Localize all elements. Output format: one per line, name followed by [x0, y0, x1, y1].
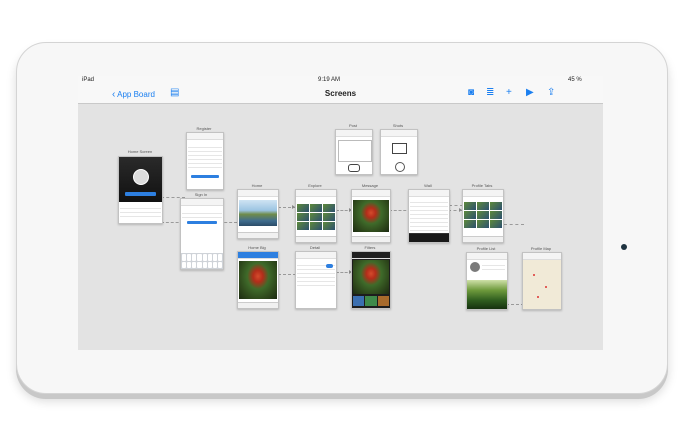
signin-button[interactable]: [187, 221, 217, 224]
explore-navbar: [296, 190, 336, 197]
map-pin-icon: [545, 286, 547, 288]
screen-label-message: Message: [361, 183, 379, 188]
home-big-navbar: [238, 252, 278, 259]
screen-label-shots: Shots: [392, 123, 404, 128]
post-camera-icon[interactable]: [348, 164, 360, 172]
screen-label-profile-tabs: Profile Tabs: [471, 183, 493, 188]
screen-label-home-big: Home Big: [248, 245, 266, 250]
home-big-photo: [239, 261, 277, 299]
camera-icon[interactable]: ◙: [468, 87, 474, 99]
message-navbar: [352, 190, 390, 197]
register-navbar: [187, 133, 223, 140]
screen-profile-list[interactable]: [466, 252, 508, 310]
screen-label-register: Register: [196, 126, 212, 131]
add-icon[interactable]: +: [506, 87, 512, 99]
profile-avatar: [470, 262, 480, 272]
map-pin-icon: [533, 274, 535, 276]
home-options-list: [119, 205, 162, 217]
filters-photo: [353, 260, 389, 294]
app-logo-icon: [133, 169, 149, 185]
battery-label: 45 %: [568, 77, 582, 83]
register-form: [187, 144, 223, 168]
signin-navbar: [181, 199, 223, 206]
home-feed-navbar: [238, 190, 278, 197]
screen-message[interactable]: [351, 189, 391, 243]
screen-home-feed[interactable]: [237, 189, 279, 239]
login-button[interactable]: [125, 192, 156, 196]
profile-list-photo: [467, 280, 507, 309]
screen-label-signin: Sign In: [194, 192, 208, 197]
profile-list-navbar: [467, 253, 507, 260]
screen-label-post: Post: [348, 123, 357, 128]
list-icon[interactable]: ≣: [486, 87, 494, 99]
status-time: 9:19 AM: [318, 77, 341, 83]
screen-profile-map[interactable]: [522, 252, 562, 310]
shutter-button[interactable]: [395, 162, 405, 172]
ipad-screen: iPad 9:19 AM 45 % ‹ App Board ▤ Screens …: [78, 76, 603, 350]
screen-home-big[interactable]: [237, 251, 279, 309]
status-bar: iPad 9:19 AM 45 %: [78, 76, 603, 85]
storyboard-canvas[interactable]: Home Screen Register Sign In Home Explor…: [78, 104, 603, 350]
signin-keyboard: [181, 253, 223, 269]
shots-image-icon: [392, 143, 407, 154]
wall-tabbar: [409, 233, 449, 242]
screen-profile-tabs[interactable]: [462, 189, 504, 243]
wall-list: [409, 199, 449, 235]
play-icon[interactable]: ▶: [526, 87, 534, 99]
explore-photo-grid: [297, 204, 335, 230]
register-button[interactable]: [191, 175, 219, 178]
filter-strip[interactable]: [353, 296, 389, 306]
screen-label-explore: Explore: [308, 183, 322, 188]
post-image-placeholder: [338, 140, 372, 162]
nav-bar: ‹ App Board ▤ Screens ◙ ≣ + ▶ ⇪: [78, 85, 603, 104]
screen-label-profile-list: Profile List: [476, 246, 496, 251]
connector-line: [504, 224, 524, 225]
detail-toggle[interactable]: [326, 264, 333, 268]
screen-label-wall: Wall: [424, 183, 432, 188]
connector-line: [278, 274, 296, 275]
screen-detail[interactable]: [295, 251, 337, 309]
screen-home[interactable]: [118, 156, 163, 224]
carrier-label: iPad: [82, 77, 95, 83]
message-photo: [353, 200, 389, 232]
screen-label-home: Home Screen: [127, 149, 153, 154]
screen-label-filters: Filters: [364, 245, 376, 250]
profile-tabs-grid: [464, 202, 502, 228]
filters-navbar: [352, 252, 390, 259]
screen-signin[interactable]: [180, 198, 224, 270]
message-tabbar: [352, 236, 390, 242]
screen-wall[interactable]: [408, 189, 450, 243]
profile-stats: [481, 262, 506, 270]
profile-tabs-tabbar: [463, 236, 503, 242]
wall-navbar: [409, 190, 449, 197]
screen-label-profile-map: Profile Map: [530, 246, 552, 251]
shots-navbar: [381, 130, 417, 137]
feed-photo: [239, 200, 277, 226]
map-pin-icon: [537, 296, 539, 298]
signin-form: [181, 210, 223, 218]
screen-filters[interactable]: [351, 251, 391, 309]
home-feed-tabbar: [238, 232, 278, 238]
profile-map-view[interactable]: [523, 260, 561, 309]
profile-map-navbar: [523, 253, 561, 260]
detail-navbar: [296, 252, 336, 259]
explore-tabbar: [296, 236, 336, 242]
screen-post[interactable]: [335, 129, 373, 175]
screen-label-detail: Detail: [309, 245, 321, 250]
screen-label-home-feed: Home: [251, 183, 263, 188]
front-camera: [621, 244, 627, 250]
page-title: Screens: [324, 89, 357, 98]
profile-tabs-navbar: [463, 190, 503, 197]
post-navbar: [336, 130, 372, 137]
home-big-tabbar: [238, 302, 278, 308]
screen-explore[interactable]: [295, 189, 337, 243]
screen-shots[interactable]: [380, 129, 418, 175]
share-icon[interactable]: ⇪: [547, 87, 555, 99]
screen-register[interactable]: [186, 132, 224, 190]
